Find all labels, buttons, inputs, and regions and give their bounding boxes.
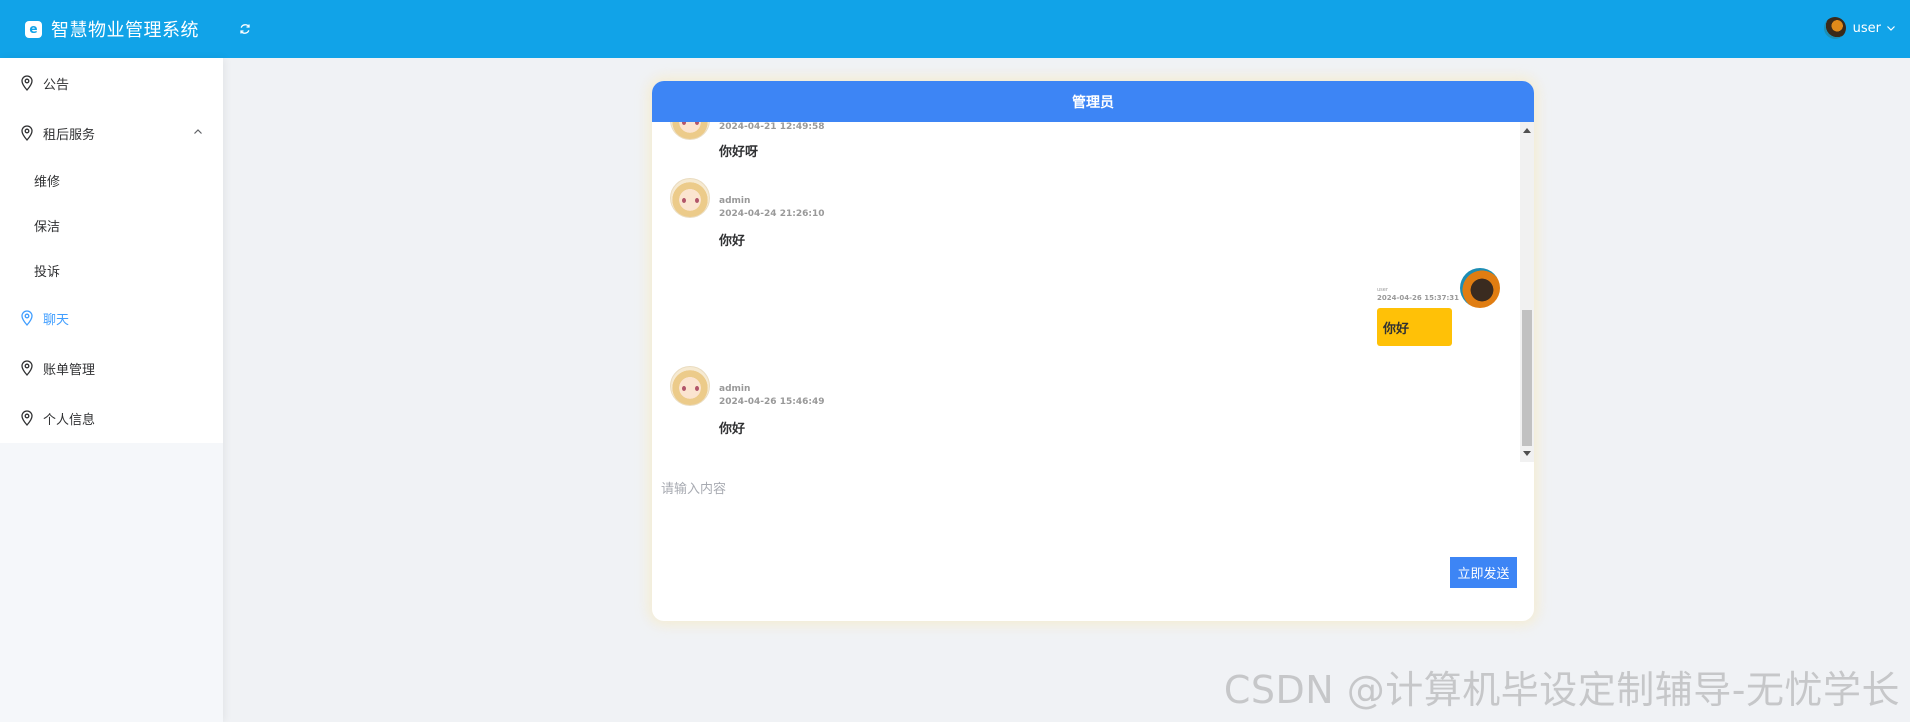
message-sender: admin [719,384,751,394]
message-time: 2024-04-24 21:26:10 [719,209,825,219]
sidebar-item-announcement[interactable]: 公告 [0,58,223,108]
admin-avatar [670,122,710,140]
watermark: CSDN @计算机毕设定制辅导-无忧学长 [1223,668,1900,712]
location-pin-icon [21,75,33,91]
send-button[interactable]: 立即发送 [1450,557,1517,588]
message-sender: admin [719,196,751,206]
message-scrollbar[interactable] [1520,122,1534,462]
sidebar-subitem-cleaning[interactable]: 保洁 [0,203,223,248]
message-text: 你好呀 [719,145,759,160]
user-avatar [1823,17,1846,39]
user-menu[interactable]: user [1823,17,1896,39]
chat-header: 管理员 [652,81,1534,122]
scroll-thumb[interactable] [1522,310,1532,446]
logo-icon: e [25,20,42,38]
refresh-icon[interactable] [237,21,253,37]
top-header: e 智慧物业管理系统 user [0,0,1910,58]
scroll-up-arrow-icon[interactable] [1523,128,1531,133]
message-time: 2024-04-26 15:46:49 [719,397,825,407]
sidebar-item-after-rent-service[interactable]: 租后服务 [0,108,223,158]
sidebar-item-label: 聊天 [43,312,70,328]
app-title: 智慧物业管理系统 [51,20,199,41]
message-text: 你好 [1383,321,1410,337]
sidebar-item-bill-management[interactable]: 账单管理 [0,343,223,393]
user-name: user [1852,20,1881,36]
message-input-area: 立即发送 [652,462,1534,621]
chat-panel: 管理员 2024-04-21 12:49:58 你好呀 admin 2024-0… [652,81,1534,621]
sidebar: 公告 租后服务 维修 保洁 投诉 聊天 账单管理 个人信息 [0,58,223,722]
location-pin-icon [21,410,33,426]
scroll-down-arrow-icon[interactable] [1523,451,1531,456]
message-sender: user [1377,287,1388,293]
location-pin-icon [21,310,33,326]
admin-avatar [670,366,710,406]
logo[interactable]: e 智慧物业管理系统 [25,16,199,42]
chat-title: 管理员 [1072,94,1114,111]
message-text: 你好 [719,422,746,437]
chat-message-own: user 2024-04-26 15:37:31 你好 [1375,268,1500,350]
message-time: 2024-04-26 15:37:31 [1377,294,1460,302]
sidebar-item-label: 租后服务 [43,127,96,143]
chevron-up-icon [194,129,202,134]
sidebar-item-label: 账单管理 [43,362,96,378]
user-avatar [1460,268,1500,308]
admin-avatar [670,178,710,218]
sidebar-item-label: 公告 [43,77,70,93]
sidebar-subitem-label: 保洁 [34,220,61,235]
sidebar-item-label: 个人信息 [43,412,96,428]
sidebar-subitem-repair[interactable]: 维修 [0,158,223,203]
sidebar-subitem-complaint[interactable]: 投诉 [0,248,223,293]
location-pin-icon [21,360,33,376]
sidebar-menu: 公告 租后服务 维修 保洁 投诉 聊天 账单管理 个人信息 [0,58,223,443]
message-text: 你好 [719,234,746,249]
message-bubble: 你好 [1377,308,1452,346]
sidebar-item-personal-info[interactable]: 个人信息 [0,393,223,443]
message-time: 2024-04-21 12:49:58 [719,122,825,132]
sidebar-item-chat[interactable]: 聊天 [0,293,223,343]
chevron-down-icon [1887,26,1895,31]
message-input[interactable] [661,478,1511,538]
message-list[interactable]: 2024-04-21 12:49:58 你好呀 admin 2024-04-24… [652,122,1534,462]
location-pin-icon [21,125,33,141]
sidebar-subitem-label: 投诉 [34,265,61,280]
sidebar-subitem-label: 维修 [34,175,61,190]
